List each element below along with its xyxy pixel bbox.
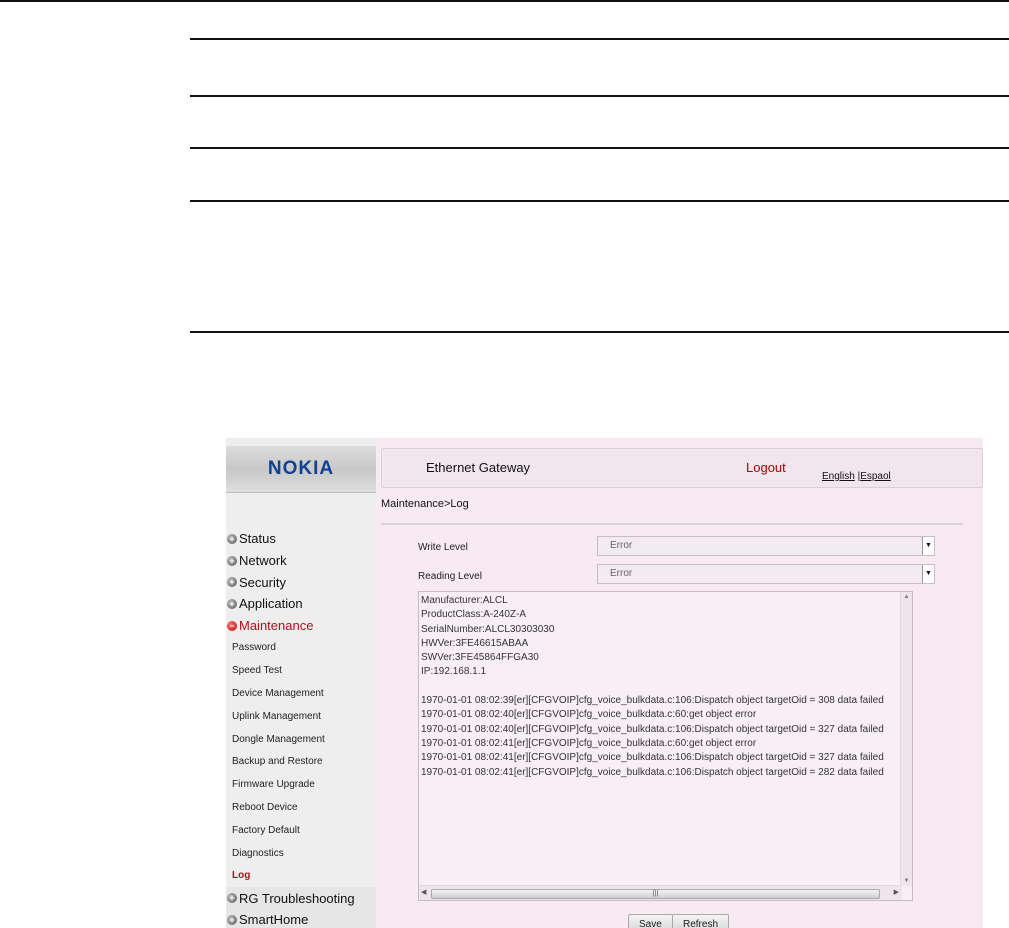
collapse-icon: − [227, 620, 237, 631]
horizontal-scrollbar[interactable]: ◀ ||| ▶ [419, 885, 902, 900]
reading-level-label: Reading Level [418, 571, 482, 582]
log-line: 1970-01-01 08:02:41[er][CFGVOIP]cfg_voic… [421, 752, 884, 764]
refresh-button[interactable]: Refresh [672, 914, 730, 928]
lang-english-link[interactable]: English [822, 471, 855, 482]
scroll-left-icon[interactable]: ◀ [421, 888, 426, 896]
write-level-select[interactable]: Error ▼ [597, 536, 935, 556]
nav-label: Maintenance [239, 618, 314, 634]
log-line: HWVer:3FE46615ABAA [421, 637, 529, 649]
log-line: 1970-01-01 08:02:39[er][CFGVOIP]cfg_voic… [421, 695, 884, 707]
log-textarea[interactable]: Manufacturer:ALCL ProductClass:A-240Z-A Se… [418, 591, 913, 901]
subnav-speed-test[interactable]: Speed Test [226, 659, 376, 682]
nav-label: Security [239, 574, 286, 590]
content-divider [381, 523, 963, 525]
nav-label: Status [239, 531, 276, 547]
write-level-value: Error [610, 540, 633, 551]
nav-item-maintenance[interactable]: − Maintenance [226, 615, 376, 637]
subnav-dongle-management[interactable]: Dongle Management [226, 728, 376, 751]
expand-icon: + [227, 577, 237, 588]
expand-icon: + [227, 914, 237, 925]
gateway-title: Ethernet Gateway [426, 460, 531, 475]
nav-item-rg-troubleshooting[interactable]: + RG Troubleshooting [226, 887, 376, 909]
log-line: 1970-01-01 08:02:41[er][CFGVOIP]cfg_voic… [421, 766, 884, 778]
subnav-firmware-upgrade[interactable]: Firmware Upgrade [226, 773, 376, 796]
nav-menu: + Status + Network + Security + Applicat… [226, 528, 376, 928]
vertical-scrollbar[interactable]: ▲ ▼ [900, 592, 912, 886]
reading-level-value: Error [610, 568, 633, 579]
expand-icon: + [227, 533, 237, 544]
rule-1 [190, 38, 1009, 40]
subnav-factory-default[interactable]: Factory Default [226, 819, 376, 842]
router-admin-screenshot: NOKIA + Status + Network + Security + Ap… [226, 438, 983, 928]
logout-link[interactable]: Logout [746, 460, 786, 475]
sidebar: NOKIA + Status + Network + Security + Ap… [226, 438, 376, 928]
scroll-up-icon[interactable]: ▲ [901, 594, 912, 600]
log-line: 1970-01-01 08:02:40[er][CFGVOIP]cfg_voic… [421, 723, 884, 735]
subnav-password[interactable]: Password [226, 636, 376, 659]
write-level-label: Write Level [418, 542, 468, 553]
nav-item-smarthome[interactable]: + SmartHome [226, 908, 376, 928]
log-line: SerialNumber:ALCL30303030 [421, 623, 555, 635]
save-button[interactable]: Save [628, 914, 673, 928]
subnav-device-management[interactable]: Device Management [226, 682, 376, 705]
log-line: Manufacturer:ALCL [421, 595, 508, 606]
scroll-down-icon[interactable]: ▼ [901, 878, 912, 884]
log-content: Manufacturer:ALCL ProductClass:A-240Z-A Se… [421, 594, 899, 886]
lang-espanol-link[interactable]: Espaol [860, 471, 891, 482]
log-line: 1970-01-01 08:02:41[er][CFGVOIP]cfg_voic… [421, 737, 757, 749]
nav-item-network[interactable]: + Network [226, 550, 376, 572]
expand-icon: + [227, 555, 237, 566]
top-rule [0, 0, 1009, 2]
subnav-diagnostics[interactable]: Diagnostics [226, 842, 376, 865]
nav-label: Network [239, 553, 287, 569]
log-line: IP:192.168.1.1 [421, 666, 487, 678]
log-line: 1970-01-01 08:02:40[er][CFGVOIP]cfg_voic… [421, 709, 757, 721]
expand-icon: + [227, 893, 237, 904]
subnav-backup-restore[interactable]: Backup and Restore [226, 750, 376, 773]
breadcrumb: Maintenance>Log [381, 498, 469, 510]
nav-item-security[interactable]: + Security [226, 571, 376, 593]
reading-level-select[interactable]: Error ▼ [597, 564, 935, 584]
log-line: SWVer:3FE45864FFGA30 [421, 652, 539, 664]
scroll-right-icon[interactable]: ▶ [894, 888, 899, 896]
rule-5 [190, 331, 1009, 333]
subnav-uplink-management[interactable]: Uplink Management [226, 705, 376, 728]
brand-text: NOKIA [267, 458, 335, 479]
dropdown-arrow-icon[interactable]: ▼ [922, 537, 934, 555]
subnav-log[interactable]: Log [226, 864, 376, 887]
nav-item-status[interactable]: + Status [226, 528, 376, 550]
top-header: Ethernet Gateway Logout English |Espaol [381, 448, 983, 488]
dropdown-arrow-icon[interactable]: ▼ [922, 565, 934, 583]
log-line: ProductClass:A-240Z-A [421, 609, 527, 621]
scrollbar-thumb[interactable]: ||| [431, 889, 880, 899]
nav-label: RG Troubleshooting [239, 890, 355, 906]
language-switch: English |Espaol [822, 471, 891, 482]
nav-label: SmartHome [239, 912, 309, 928]
nokia-logo: NOKIA [226, 446, 376, 493]
rule-4 [190, 200, 1009, 202]
nav-item-application[interactable]: + Application [226, 593, 376, 615]
expand-icon: + [227, 598, 237, 609]
rule-2 [190, 95, 1009, 97]
nav-label: Application [239, 596, 303, 612]
subnav-reboot-device[interactable]: Reboot Device [226, 796, 376, 819]
rule-3 [190, 147, 1009, 149]
